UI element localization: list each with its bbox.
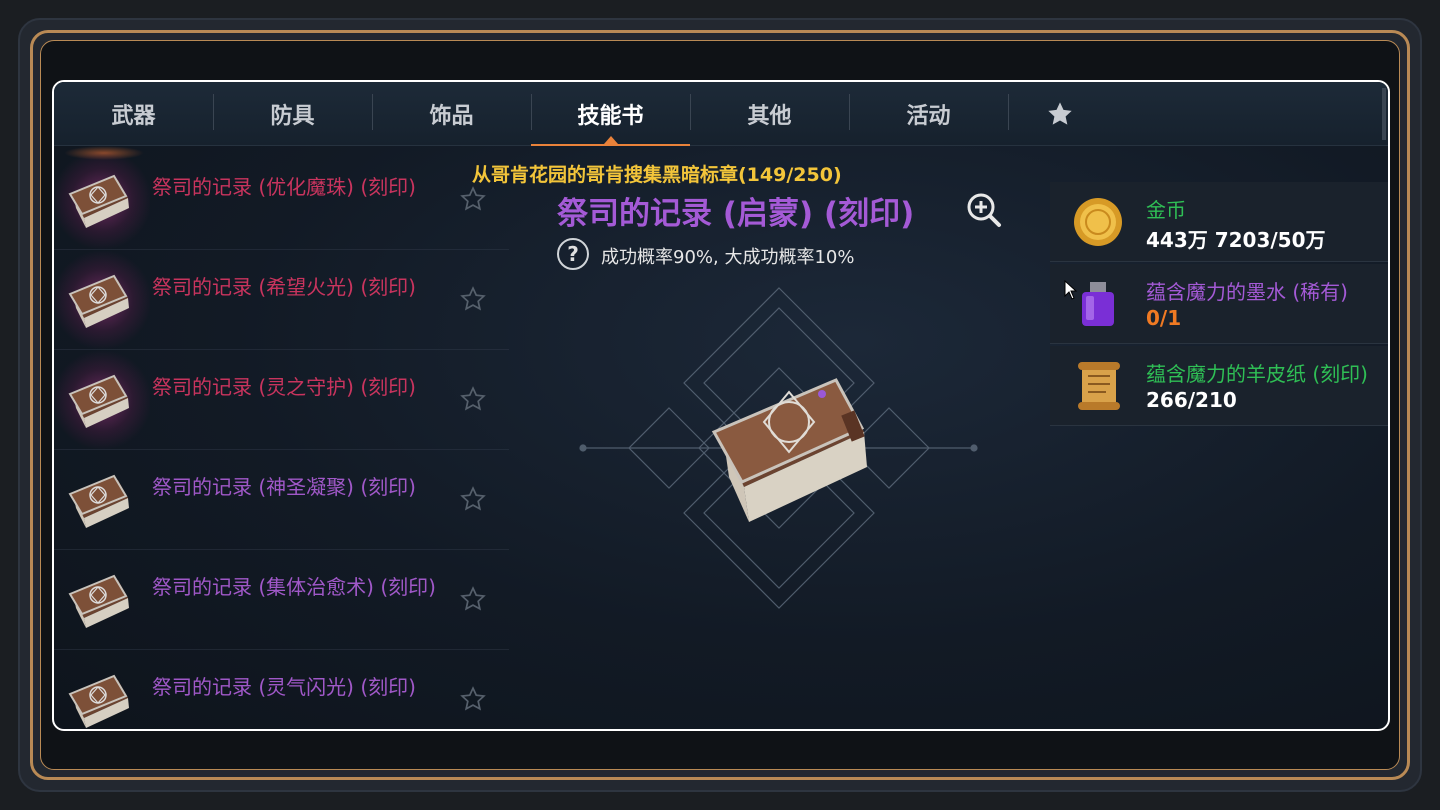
favorite-star-icon[interactable]: [460, 686, 486, 719]
tab-weapons[interactable]: 武器: [54, 82, 213, 146]
book-icon: [54, 450, 150, 550]
material-parchment: 蕴含魔力的羊皮纸 (刻印) 266/210: [1050, 346, 1388, 426]
crafting-screen: 武器 防具 饰品 技能书 其他 活动 祭司的记录 (优化魔珠) (刻印) 祭司的记…: [52, 80, 1390, 731]
tab-label: 技能书: [577, 103, 644, 129]
help-symbol: ?: [567, 242, 579, 266]
material-name: 金币: [1146, 198, 1186, 222]
tab-favorites[interactable]: [1008, 82, 1112, 146]
item-title: 祭司的记录 (启蒙) (刻印): [557, 196, 915, 232]
list-item-name: 祭司的记录 (灵气闪光) (刻印): [152, 675, 416, 699]
material-name: 蕴含魔力的羊皮纸 (刻印): [1146, 362, 1368, 386]
scroll-icon: [1078, 362, 1120, 410]
book-icon: [54, 250, 150, 350]
active-tab-marker: [603, 135, 618, 144]
tab-skill-books[interactable]: 技能书: [531, 82, 690, 146]
gold-coin-icon: [1074, 198, 1122, 246]
tab-label: 活动: [906, 103, 951, 129]
list-item-name: 祭司的记录 (希望火光) (刻印): [152, 275, 416, 299]
material-count: 266/210: [1146, 388, 1237, 412]
tab-scrollbar[interactable]: [1382, 88, 1386, 140]
tab-other[interactable]: 其他: [690, 82, 849, 146]
book-icon: [54, 550, 150, 650]
tab-events[interactable]: 活动: [849, 82, 1008, 146]
material-count: 443万 7203/50万: [1146, 228, 1326, 252]
success-rate-text: 成功概率90%, 大成功概率10%: [601, 247, 855, 268]
favorite-star-icon[interactable]: [460, 386, 486, 419]
list-item[interactable]: 祭司的记录 (灵之守护) (刻印): [54, 350, 509, 450]
favorite-star-icon[interactable]: [460, 586, 486, 619]
list-item-name: 祭司的记录 (优化魔珠) (刻印): [152, 175, 416, 199]
book-icon: [54, 650, 150, 729]
tab-label: 其他: [747, 103, 792, 129]
list-item[interactable]: 祭司的记录 (神圣凝聚) (刻印): [54, 450, 509, 550]
tab-label: 武器: [111, 103, 156, 129]
material-gold: 金币 443万 7203/50万: [1050, 182, 1388, 262]
quest-progress-text: 从哥肯花园的哥肯搜集黑暗标章(149/250): [472, 164, 842, 186]
material-name: 蕴含魔力的墨水 (稀有): [1146, 280, 1348, 304]
tab-accessories[interactable]: 饰品: [372, 82, 531, 146]
favorite-star-icon[interactable]: [460, 186, 486, 219]
list-item[interactable]: 祭司的记录 (灵气闪光) (刻印): [54, 650, 509, 729]
list-item-name: 祭司的记录 (灵之守护) (刻印): [152, 375, 416, 399]
list-item[interactable]: 祭司的记录 (希望火光) (刻印): [54, 250, 509, 350]
tab-label: 防具: [270, 103, 315, 129]
list-item[interactable]: 祭司的记录 (集体治愈术) (刻印): [54, 550, 509, 650]
list-item-name: 祭司的记录 (集体治愈术) (刻印): [152, 575, 436, 599]
tab-label: 饰品: [429, 103, 474, 129]
category-tabs: 武器 防具 饰品 技能书 其他 活动: [54, 82, 1388, 146]
skill-book-list[interactable]: 祭司的记录 (优化魔珠) (刻印) 祭司的记录 (希望火光) (刻印) 祭司的记录 …: [54, 146, 509, 729]
star-icon: [1048, 101, 1072, 125]
favorite-star-icon[interactable]: [460, 286, 486, 319]
item-emblem: [579, 287, 978, 609]
list-item[interactable]: 祭司的记录 (优化魔珠) (刻印): [54, 150, 509, 250]
book-icon: [54, 350, 150, 450]
favorite-star-icon[interactable]: [460, 486, 486, 519]
book-illustration: [711, 378, 867, 522]
help-icon[interactable]: ?: [557, 238, 589, 270]
material-count: 0/1: [1146, 306, 1182, 330]
mouse-cursor-icon: [1064, 280, 1078, 300]
tab-armor[interactable]: 防具: [213, 82, 372, 146]
material-ink: 蕴含魔力的墨水 (稀有) 0/1: [1050, 264, 1388, 344]
zoom-in-icon[interactable]: [964, 190, 1004, 234]
list-item-name: 祭司的记录 (神圣凝聚) (刻印): [152, 475, 416, 499]
book-icon: [54, 150, 150, 250]
